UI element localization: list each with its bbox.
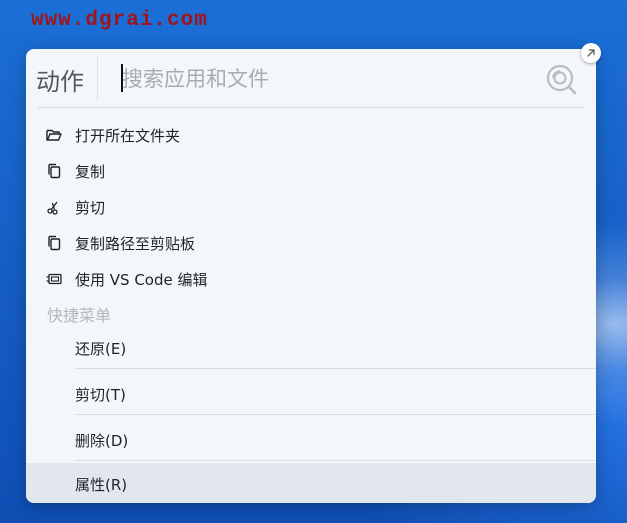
action-label: 复制 [75,162,106,181]
quick-separator [75,460,596,461]
action-edit-vscode[interactable]: 使用 VS Code 编辑 [26,261,596,297]
search-icon[interactable] [544,62,578,96]
quick-separator [75,368,596,369]
quick-item-label: 剪切(T) [75,386,126,404]
quick-item-cut[interactable]: 剪切(T) [26,371,596,416]
copy-icon [48,163,61,179]
text-caret [121,64,123,92]
quick-menu-title: 快捷菜单 [47,306,112,325]
quick-item-label: 属性(R) [75,476,128,494]
search-input[interactable] [120,61,544,97]
mode-label[interactable]: 动作 [36,62,84,97]
action-label: 使用 VS Code 编辑 [75,270,208,289]
watermark-text: www.dgrai.com [31,9,208,32]
action-copy-path[interactable]: 复制路径至剪贴板 [26,225,596,261]
folder-open-icon [46,129,62,141]
search-bar: 动作 [26,49,596,107]
quick-separator [75,414,596,415]
quick-item-label: 删除(D) [75,432,129,450]
action-copy[interactable]: 复制 [26,153,596,189]
vscode-icon [46,273,62,285]
action-label: 打开所在文件夹 [75,126,181,145]
action-label: 复制路径至剪贴板 [75,234,196,253]
arrow-up-right-icon [587,49,595,57]
quick-item-label: 还原(E) [75,340,127,358]
action-cut[interactable]: 剪切 [26,189,596,225]
action-open-folder[interactable]: 打开所在文件夹 [26,117,596,153]
quick-item-delete[interactable]: 删除(D) [26,417,596,462]
copy-path-icon [48,235,61,251]
action-label: 剪切 [75,198,106,217]
launcher-panel: 动作 打开所在文件夹 复制 剪切 [26,49,596,503]
scissors-icon [47,201,58,215]
quick-item-restore[interactable]: 还原(E) [26,325,596,370]
expand-button[interactable] [581,43,601,63]
quick-item-properties[interactable]: 属性(R) [26,463,596,503]
search-separator [38,107,584,108]
mode-divider [97,57,98,101]
